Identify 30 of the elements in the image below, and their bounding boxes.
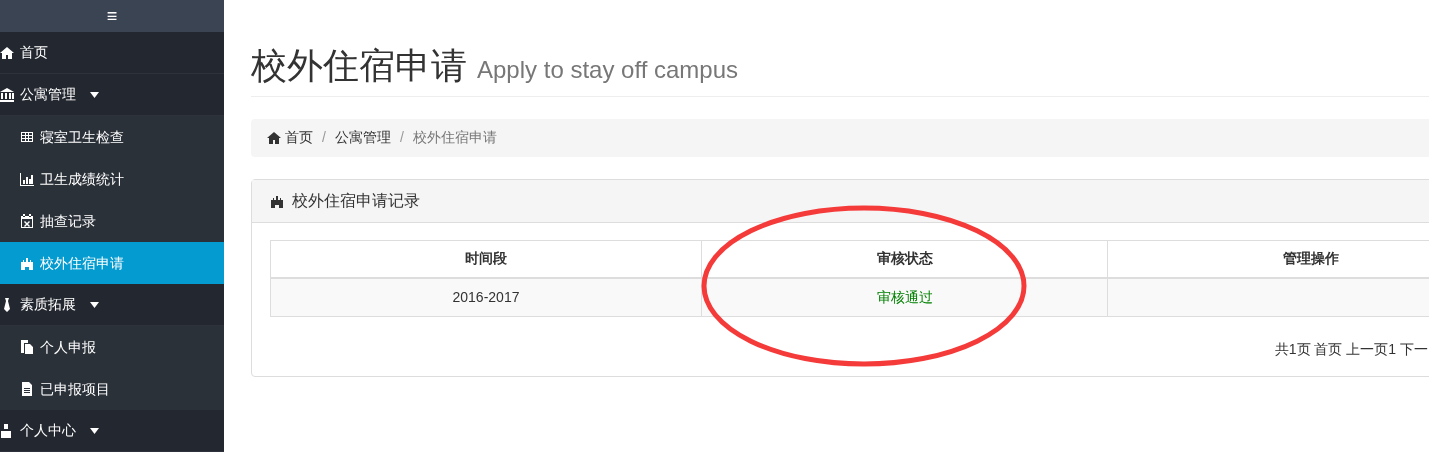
page-title: 校外住宿申请: [251, 45, 468, 86]
caret-icon: [90, 427, 99, 434]
breadcrumb-link[interactable]: 公寓管理: [334, 127, 391, 149]
copy-icon: [20, 340, 34, 354]
castle-icon: [20, 256, 34, 270]
calendar-icon: [20, 214, 34, 228]
breadcrumb-current: 校外住宿申请: [412, 128, 497, 148]
grid-icon: [20, 130, 34, 144]
sidebar-subitem[interactable]: 抽查记录: [0, 200, 224, 242]
caret-icon: [90, 91, 99, 98]
menu-toggle[interactable]: ≡: [0, 0, 224, 32]
sidebar-subitem[interactable]: 卫生成绩统计: [0, 158, 224, 200]
file-icon: [20, 382, 34, 396]
home-icon: [0, 45, 14, 60]
panel-title: 校外住宿申请记录: [292, 190, 420, 211]
status-cell: 审核通过: [701, 278, 1108, 317]
bank-icon: [0, 87, 14, 102]
sidebar-subitem[interactable]: 个人申报: [0, 326, 224, 368]
breadcrumb-separator: /: [398, 128, 405, 148]
table-cell: 2016-2017: [270, 278, 702, 317]
breadcrumb-link[interactable]: 首页: [285, 127, 313, 149]
sidebar-subitem[interactable]: 寝室卫生检查: [0, 116, 224, 158]
pagination-text: 共1页 首页 上一页1 下一: [1274, 340, 1428, 357]
bar-chart-icon: [20, 172, 34, 186]
sidebar-subitem[interactable]: 已申报项目: [0, 368, 224, 410]
home-icon: [267, 130, 281, 145]
page-subtitle: Apply to stay off campus: [477, 56, 739, 83]
breadcrumb-separator: /: [321, 128, 327, 148]
castle-icon: [270, 193, 284, 208]
caret-icon: [90, 301, 99, 308]
